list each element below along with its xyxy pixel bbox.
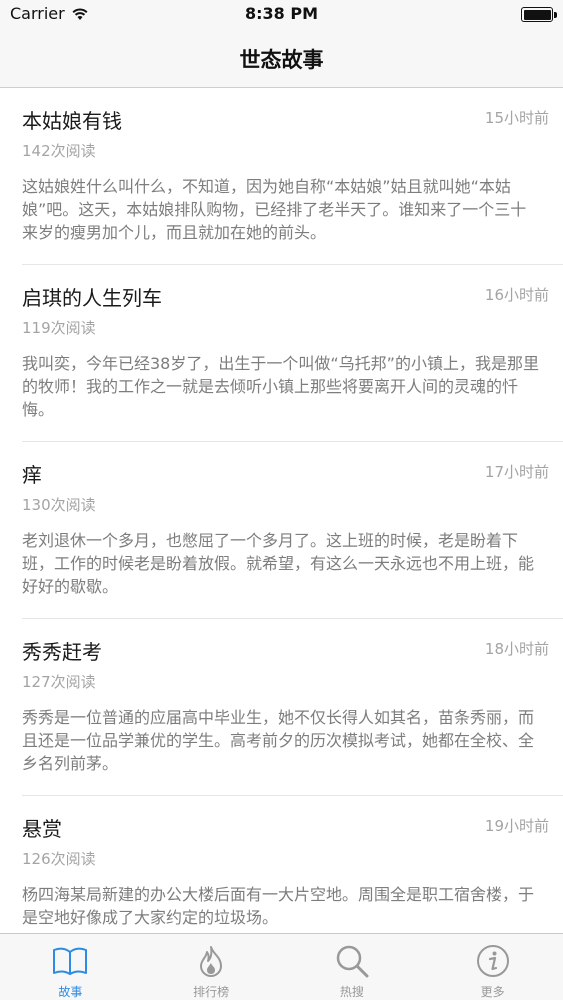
book-icon bbox=[51, 942, 89, 979]
story-item[interactable]: 秀秀赶考 18小时前 127次阅读 秀秀是一位普通的应届高中毕业生，她不仅长得人… bbox=[22, 619, 563, 796]
story-summary: 我叫奕，今年已经38岁了，出生于一个叫做“乌托邦”的小镇上，我是那里的牧师！我的… bbox=[22, 354, 539, 419]
info-icon bbox=[474, 942, 512, 979]
navigation-bar: 世态故事 bbox=[0, 32, 563, 88]
battery-icon bbox=[521, 7, 557, 22]
page-title: 世态故事 bbox=[239, 48, 324, 72]
story-summary: 老刘退休一个多月，也憋屈了一个多月了。这上班的时候，老是盼着下班，工作的时候老是… bbox=[22, 531, 535, 596]
story-read-count: 127次阅读 bbox=[22, 673, 96, 691]
tab-label: 故事 bbox=[58, 985, 83, 999]
flame-icon bbox=[192, 942, 230, 979]
story-summary: 秀秀是一位普通的应届高中毕业生，她不仅长得人如其名，苗条秀丽，而且还是一位品学兼… bbox=[22, 708, 535, 773]
story-title: 悬赏 bbox=[22, 817, 62, 841]
story-summary: 杨四海某局新建的办公大楼后面有一大片空地。周围全是职工宿舍楼，于是空地好像成了大… bbox=[22, 885, 535, 927]
status-bar: Carrier 8:38 PM bbox=[0, 0, 563, 32]
story-read-count: 126次阅读 bbox=[22, 850, 96, 868]
tab-ranking[interactable]: 排行榜 bbox=[141, 934, 282, 1000]
story-time: 18小时前 bbox=[484, 640, 549, 658]
story-time: 19小时前 bbox=[484, 817, 549, 835]
story-time: 15小时前 bbox=[484, 109, 549, 127]
tab-label: 更多 bbox=[480, 985, 505, 999]
tab-stories[interactable]: 故事 bbox=[0, 934, 141, 1000]
story-read-count: 130次阅读 bbox=[22, 496, 96, 514]
story-title: 痒 bbox=[22, 463, 42, 487]
story-title: 启琪的人生列车 bbox=[22, 286, 162, 310]
story-item[interactable]: 悬赏 19小时前 126次阅读 杨四海某局新建的办公大楼后面有一大片空地。周围全… bbox=[22, 796, 563, 933]
story-list[interactable]: 本姑娘有钱 15小时前 142次阅读 这姑娘姓什么叫什么，不知道，因为她自称“本… bbox=[0, 88, 563, 933]
status-time: 8:38 PM bbox=[244, 4, 318, 23]
tab-hot-search[interactable]: 热搜 bbox=[282, 934, 423, 1000]
search-icon bbox=[333, 942, 371, 979]
story-read-count: 119次阅读 bbox=[22, 319, 96, 337]
tab-label: 排行榜 bbox=[193, 985, 230, 999]
tab-bar: 故事 排行榜 热搜 更多 bbox=[0, 933, 563, 1000]
story-item[interactable]: 痒 17小时前 130次阅读 老刘退休一个多月，也憋屈了一个多月了。这上班的时候… bbox=[22, 442, 563, 619]
story-item[interactable]: 启琪的人生列车 16小时前 119次阅读 我叫奕，今年已经38岁了，出生于一个叫… bbox=[22, 265, 563, 442]
story-summary: 这姑娘姓什么叫什么，不知道，因为她自称“本姑娘”姑且就叫她“本姑娘”吧。这天，本… bbox=[22, 177, 527, 242]
story-title: 秀秀赶考 bbox=[22, 640, 102, 664]
tab-label: 热搜 bbox=[339, 985, 364, 999]
story-title: 本姑娘有钱 bbox=[22, 109, 122, 133]
story-time: 16小时前 bbox=[484, 286, 549, 304]
story-item[interactable]: 本姑娘有钱 15小时前 142次阅读 这姑娘姓什么叫什么，不知道，因为她自称“本… bbox=[22, 88, 563, 265]
tab-more[interactable]: 更多 bbox=[422, 934, 563, 1000]
story-read-count: 142次阅读 bbox=[22, 142, 96, 160]
story-time: 17小时前 bbox=[484, 463, 549, 481]
